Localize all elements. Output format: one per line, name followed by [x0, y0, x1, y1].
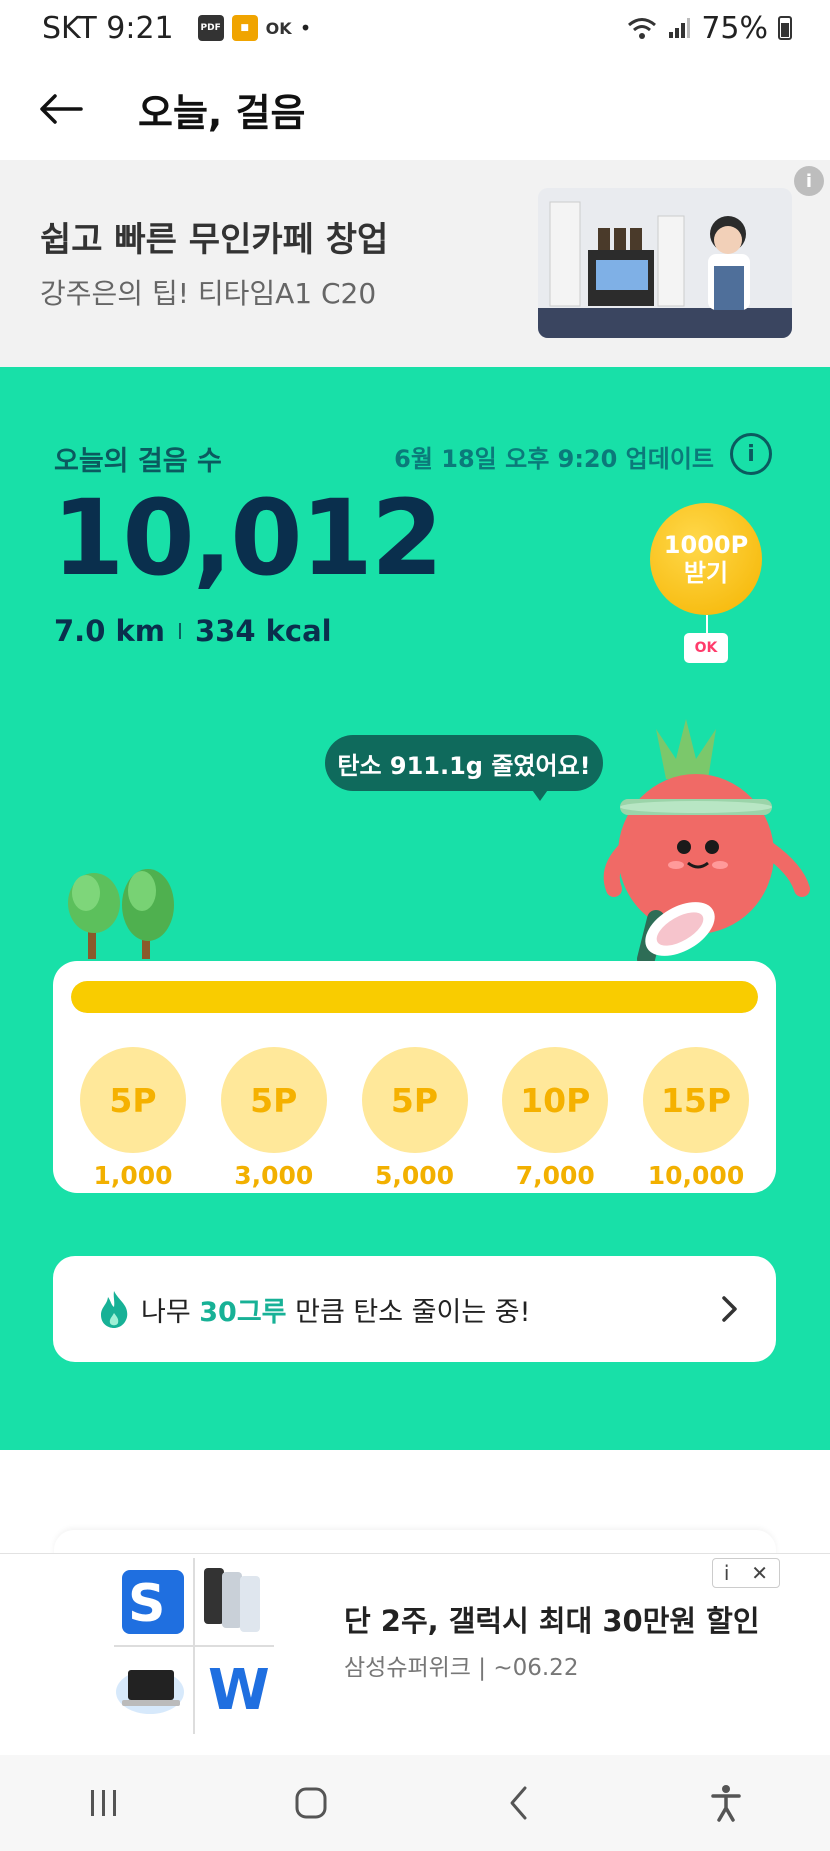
milestone-points: 10P — [502, 1047, 609, 1153]
milestone[interactable]: 15P 10,000 — [642, 1047, 750, 1190]
app-icon: ■ — [231, 15, 258, 41]
battery-icon — [778, 16, 792, 40]
pdf-icon: PDF — [197, 15, 224, 41]
milestone-points: 5P — [361, 1047, 468, 1153]
tree-carbon-card[interactable]: 나무 30그루 만큼 탄소 줄이는 중! — [53, 1256, 776, 1362]
battery-percent: 75% — [701, 10, 768, 46]
back-button[interactable] — [36, 84, 86, 134]
tomato-mascot-illustration — [603, 719, 810, 968]
carrier-time: SKT 9:21 — [42, 10, 174, 46]
milestone-points: 15P — [643, 1047, 749, 1153]
recent-apps-button[interactable] — [74, 1773, 134, 1833]
status-bar: SKT 9:21 PDF ■ OK • 75% — [0, 0, 830, 56]
steps-label: 오늘의 걸음 수 — [54, 446, 222, 477]
progress-fill — [71, 981, 758, 1013]
distance: 7.0 km — [54, 614, 165, 648]
milestone-points: 5P — [220, 1047, 327, 1153]
arrow-left-icon — [40, 94, 83, 124]
ad-title: 쉽고 빠른 무인카페 창업 — [40, 220, 389, 260]
milestones: 5P 1,000 5P 3,000 5P 5,000 10P 7,000 15P… — [79, 1047, 750, 1190]
flame-icon — [101, 1291, 128, 1328]
home-icon — [295, 1787, 327, 1819]
steps-section: 오늘의 걸음 수 6월 18일 오후 9:20 업데이트 i 10,012 7.… — [0, 367, 830, 1450]
trees-illustration — [68, 869, 174, 959]
system-nav-bar — [0, 1755, 830, 1851]
more-notifications-dot: • — [299, 16, 312, 40]
status-left: SKT 9:21 PDF ■ OK • — [42, 11, 311, 46]
ad-image — [538, 188, 792, 338]
tree-count: 30그루 — [199, 1296, 287, 1328]
ad-info-button[interactable]: i — [794, 166, 824, 196]
ad-bottom-title: 단 2주, 갤럭시 최대 30만원 할인 — [344, 1604, 760, 1638]
chevron-right-icon — [722, 1296, 737, 1322]
page-title: 오늘, 걸음 — [138, 90, 306, 135]
reward-balloon-button[interactable]: 1000P 받기 — [650, 503, 762, 615]
ad-subtitle: 강주은의 팁! 티타임A1 C20 — [40, 277, 377, 310]
step-progress-card: 5P 1,000 5P 3,000 5P 5,000 10P 7,000 15P… — [53, 961, 776, 1193]
recent-apps-icon — [90, 1790, 116, 1816]
steps-info-button[interactable]: i — [730, 433, 772, 475]
ad-close-button[interactable]: ✕ — [751, 1561, 768, 1585]
cafe-machine-illustration — [538, 188, 792, 338]
ad-controls: i ✕ — [712, 1558, 780, 1588]
carbon-speech-bubble: 탄소 911.1g 줄였어요! — [325, 735, 603, 791]
ad-logo-s: S — [128, 1574, 166, 1634]
ad-logo-w: W — [208, 1658, 270, 1723]
milestone-steps: 1,000 — [93, 1161, 173, 1190]
milestone-steps: 10,000 — [647, 1161, 745, 1190]
milestone-steps: 7,000 — [515, 1161, 595, 1190]
progress-track — [71, 981, 758, 1013]
balloon-string — [706, 615, 708, 633]
accessibility-button[interactable] — [696, 1773, 756, 1833]
app-header: 오늘, 걸음 — [0, 60, 830, 158]
top-ad-banner[interactable]: 쉽고 빠른 무인카페 창업 강주은의 팁! 티타임A1 C20 i — [0, 160, 830, 367]
milestone-steps: 5,000 — [374, 1161, 455, 1190]
notification-icons: PDF ■ OK • — [197, 15, 312, 41]
steps-count: 10,012 — [52, 477, 443, 599]
reward-points: 1000P — [663, 531, 749, 559]
bottom-ad-banner[interactable]: S W 단 2주, 갤럭시 최대 30만원 할인 삼성슈퍼위크 | ~06.22… — [0, 1553, 830, 1753]
ad-info-button[interactable]: i — [724, 1561, 730, 1585]
signal-icon — [669, 18, 691, 38]
speech-bubble-tail — [530, 787, 550, 801]
milestone[interactable]: 5P 5,000 — [361, 1047, 469, 1190]
milestone-steps: 3,000 — [234, 1161, 314, 1190]
update-time: 6월 18일 오후 9:20 업데이트 — [394, 445, 714, 473]
ok-cashbag-icon: OK — [265, 18, 292, 38]
milestone[interactable]: 5P 1,000 — [79, 1047, 187, 1190]
back-nav-button[interactable] — [489, 1773, 549, 1833]
accessibility-icon — [711, 1785, 741, 1822]
ad-bottom-subtitle: 삼성슈퍼위크 | ~06.22 — [344, 1655, 579, 1681]
tree-message: 나무 30그루 만큼 탄소 줄이는 중! — [141, 1296, 531, 1328]
milestone[interactable]: 10P 7,000 — [501, 1047, 609, 1190]
back-nav-icon — [510, 1786, 527, 1820]
calories: 334 kcal — [194, 614, 332, 648]
stat-divider — [178, 623, 181, 639]
milestone[interactable]: 5P 3,000 — [220, 1047, 328, 1190]
stats-row: 7.0 km 334 kcal — [54, 614, 332, 648]
home-button[interactable] — [281, 1773, 341, 1833]
status-right: 75% — [627, 11, 792, 46]
milestone-points: 5P — [80, 1047, 186, 1153]
wifi-icon — [628, 18, 657, 39]
ok-cashbag-tag: OK — [684, 633, 728, 663]
reward-action: 받기 — [683, 559, 729, 587]
